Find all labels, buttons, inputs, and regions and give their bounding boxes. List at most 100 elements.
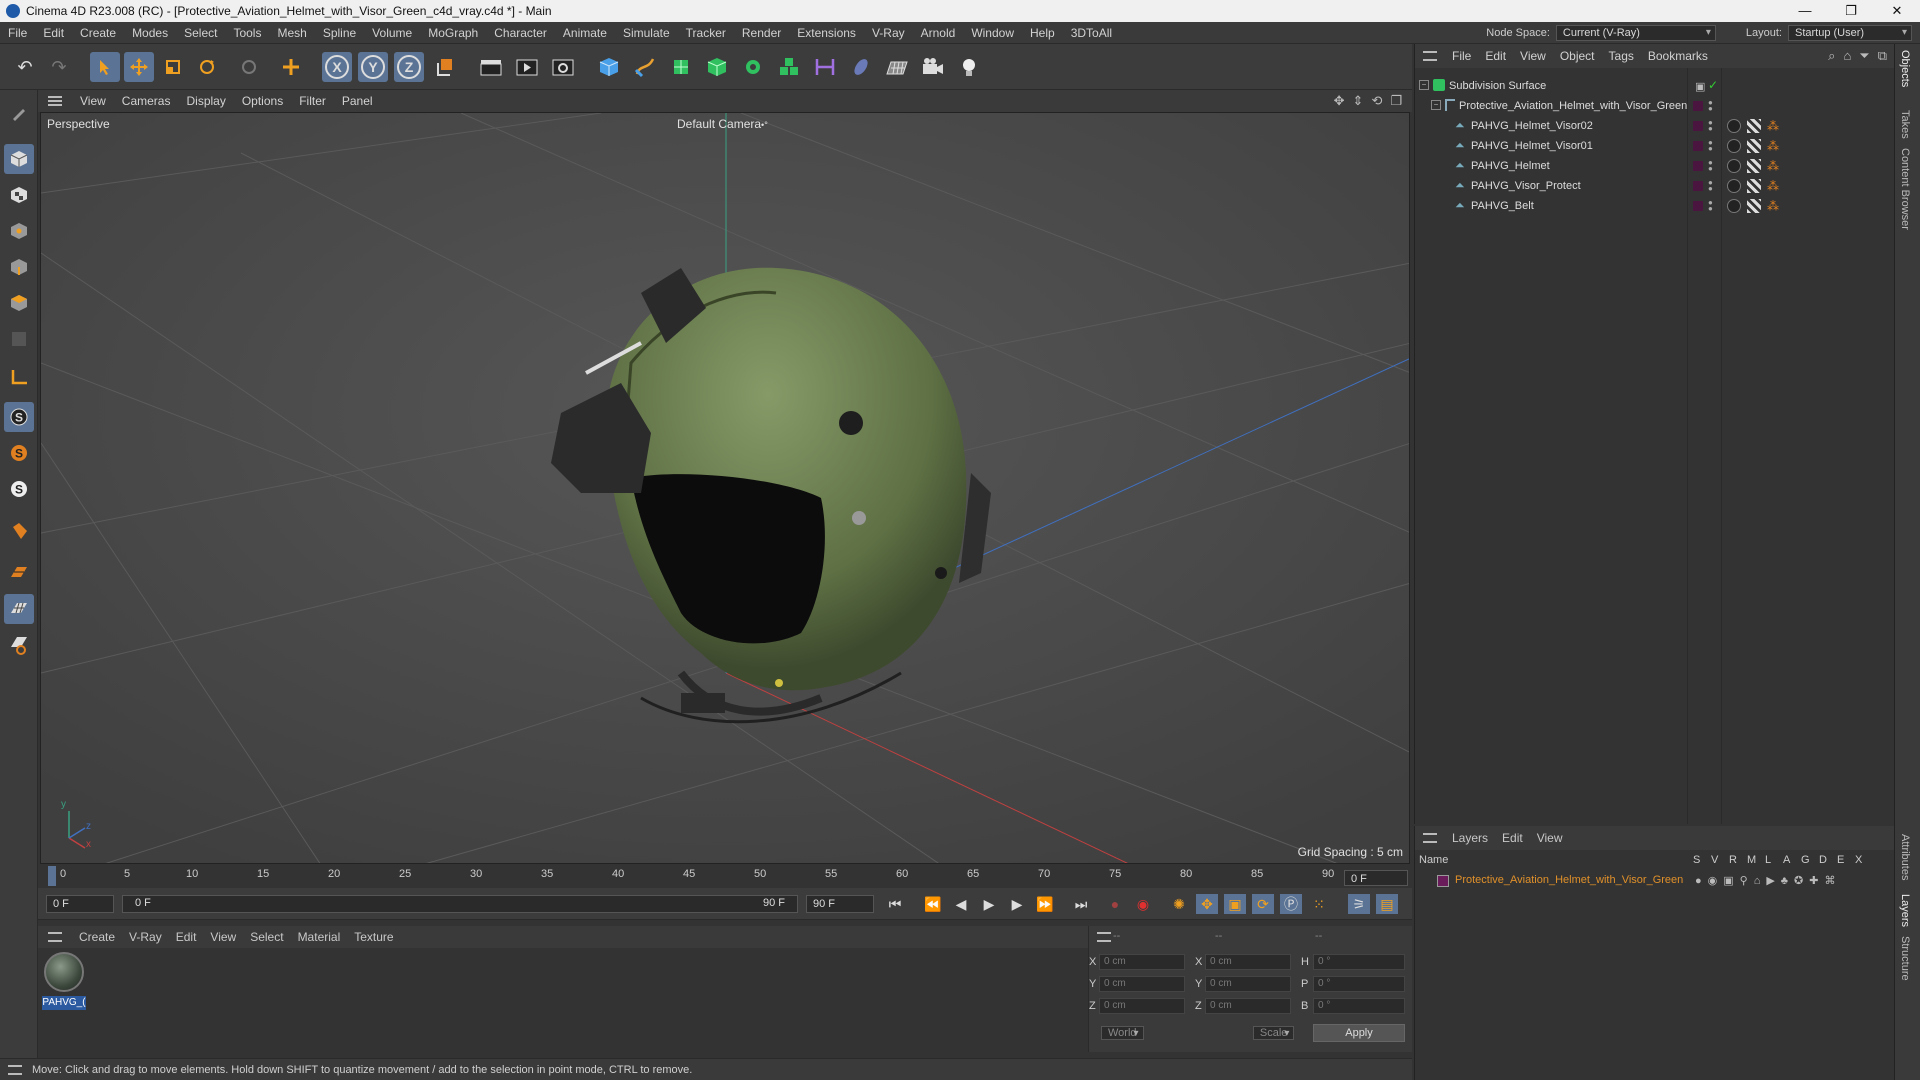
record-active-button[interactable]: ●: [1104, 894, 1126, 914]
uv-mode-button[interactable]: [4, 324, 34, 354]
play-button[interactable]: ▶: [978, 894, 1000, 914]
goto-end-button[interactable]: ⏭: [1070, 894, 1092, 914]
layers-menu-view[interactable]: View: [1530, 831, 1570, 845]
goto-start-button[interactable]: ⏮: [884, 894, 906, 914]
menu-mesh[interactable]: Mesh: [269, 26, 314, 40]
material-menu-material[interactable]: Material: [291, 930, 348, 944]
deformer-bend-button[interactable]: [810, 52, 840, 82]
material-name-label[interactable]: PAHVG_(: [42, 996, 86, 1010]
viewport-hamburger-icon[interactable]: [48, 96, 62, 106]
layout-dropdown[interactable]: Startup (User): [1788, 25, 1912, 41]
material-preview-swatch[interactable]: [44, 952, 84, 992]
points-mode-button[interactable]: [4, 216, 34, 246]
extrude-generator-button[interactable]: [702, 52, 732, 82]
layer-toggle-icons[interactable]: ●◉▣⚲⌂▶♣✪✚⌘: [1695, 874, 1841, 887]
snap-settings-button[interactable]: S: [4, 438, 34, 468]
uvw-tag-icon[interactable]: [1747, 199, 1761, 213]
rot-b-field[interactable]: 0 °: [1313, 998, 1405, 1014]
material-menu-vray[interactable]: V-Ray: [122, 930, 169, 944]
edges-mode-button[interactable]: [4, 252, 34, 282]
menu-simulate[interactable]: Simulate: [615, 26, 678, 40]
menu-volume[interactable]: Volume: [364, 26, 420, 40]
uvw-tag-icon[interactable]: [1747, 139, 1761, 153]
layer-color-swatch[interactable]: [1693, 161, 1703, 171]
light-object-button[interactable]: [954, 52, 984, 82]
visibility-dots-icon[interactable]: ● ●: [1708, 199, 1713, 213]
material-tag-icon[interactable]: [1727, 199, 1741, 213]
selection-tag-icon[interactable]: ⁂: [1767, 199, 1781, 213]
visibility-dots-icon[interactable]: ● ●: [1708, 119, 1713, 133]
pos-y-field[interactable]: 0 cm: [1099, 976, 1185, 992]
objects-menu-file[interactable]: File: [1445, 49, 1478, 63]
viewport-menu-cameras[interactable]: Cameras: [114, 94, 179, 108]
object-row-helmet-visor01[interactable]: ⏶ PAHVG_Helmet_Visor01 ● ● ⁂: [1415, 136, 1895, 156]
timeline-playhead[interactable]: [48, 866, 56, 886]
key-pla-button[interactable]: ⁙: [1308, 894, 1330, 914]
key-position-button[interactable]: ✥: [1196, 894, 1218, 914]
pos-x-field[interactable]: 0 cm: [1099, 954, 1185, 970]
selection-tag-icon[interactable]: ⁂: [1767, 119, 1781, 133]
floor-object-button[interactable]: [882, 52, 912, 82]
key-selection-button[interactable]: ✺: [1168, 894, 1190, 914]
viewport-menu-view[interactable]: View: [72, 94, 114, 108]
coordinates-hamburger-icon[interactable]: [1097, 932, 1111, 942]
object-row-subdivision-surface[interactable]: − Subdivision Surface ▣ ✓: [1415, 76, 1895, 96]
material-menu-edit[interactable]: Edit: [169, 930, 204, 944]
objects-menu-object[interactable]: Object: [1553, 49, 1602, 63]
minimize-button[interactable]: —: [1782, 0, 1828, 22]
redo-button[interactable]: ↷: [44, 52, 74, 82]
menu-window[interactable]: Window: [963, 26, 1022, 40]
coordinate-mode-dropdown[interactable]: World: [1101, 1026, 1144, 1040]
render-view-button[interactable]: [476, 52, 506, 82]
selection-tag-icon[interactable]: ⁂: [1767, 179, 1781, 193]
tweak-mode-button[interactable]: [4, 516, 34, 546]
make-editable-button[interactable]: [4, 98, 34, 128]
objects-menu-edit[interactable]: Edit: [1478, 49, 1513, 63]
tab-structure[interactable]: Structure: [1899, 936, 1911, 981]
visibility-dots-icon[interactable]: ● ●: [1708, 159, 1713, 173]
collapse-toggle-icon[interactable]: −: [1419, 80, 1429, 90]
layer-color-swatch[interactable]: [1693, 201, 1703, 211]
material-hamburger-icon[interactable]: [48, 932, 62, 942]
layer-color-swatch[interactable]: [1693, 141, 1703, 151]
menu-vray[interactable]: V-Ray: [864, 26, 913, 40]
objects-hamburger-icon[interactable]: [1423, 51, 1437, 61]
key-rotation-button[interactable]: ⟳: [1252, 894, 1274, 914]
maximize-button[interactable]: ❐: [1828, 0, 1874, 22]
menu-render[interactable]: Render: [734, 26, 789, 40]
viewport-maximize-icon[interactable]: ❐: [1390, 93, 1402, 109]
menu-3dtoall[interactable]: 3DToAll: [1063, 26, 1120, 40]
selection-tag-icon[interactable]: ⁂: [1767, 159, 1781, 173]
viewport-pan-icon[interactable]: ✥: [1334, 93, 1345, 109]
visibility-dots-icon[interactable]: ● ●: [1708, 179, 1713, 193]
live-selection-button[interactable]: [234, 52, 264, 82]
collapse-toggle-icon[interactable]: −: [1431, 100, 1441, 110]
rot-h-field[interactable]: 0 °: [1313, 954, 1405, 970]
snap-quantize-button[interactable]: S: [4, 474, 34, 504]
snap-enable-button[interactable]: S: [4, 402, 34, 432]
objects-menu-tags[interactable]: Tags: [1602, 49, 1641, 63]
tab-attributes[interactable]: Attributes: [1899, 834, 1911, 880]
material-menu-view[interactable]: View: [203, 930, 243, 944]
menu-tracker[interactable]: Tracker: [678, 26, 734, 40]
size-x-field[interactable]: 0 cm: [1205, 954, 1291, 970]
material-tag-icon[interactable]: [1727, 139, 1741, 153]
size-y-field[interactable]: 0 cm: [1205, 976, 1291, 992]
layer-row[interactable]: Protective_Aviation_Helmet_with_Visor_Gr…: [1415, 872, 1895, 890]
material-menu-select[interactable]: Select: [243, 930, 290, 944]
menu-edit[interactable]: Edit: [35, 26, 72, 40]
spline-pen-button[interactable]: [630, 52, 660, 82]
viewport-menu-filter[interactable]: Filter: [291, 94, 334, 108]
menu-animate[interactable]: Animate: [555, 26, 615, 40]
next-frame-button[interactable]: ▶: [1006, 894, 1028, 914]
frame-range-slider[interactable]: 0 F 90 F: [122, 895, 798, 913]
layers-menu-edit[interactable]: Edit: [1495, 831, 1530, 845]
uvw-tag-icon[interactable]: [1747, 119, 1761, 133]
objects-menu-bookmarks[interactable]: Bookmarks: [1641, 49, 1715, 63]
axis-x-lock-button[interactable]: X: [322, 52, 352, 82]
transform-tool-button[interactable]: [276, 52, 306, 82]
selection-tag-icon[interactable]: ⁂: [1767, 139, 1781, 153]
layer-color-swatch[interactable]: [1693, 181, 1703, 191]
start-frame-field[interactable]: 0 F: [46, 895, 114, 913]
object-row-visor-protect[interactable]: ⏶ PAHVG_Visor_Protect ● ● ⁂: [1415, 176, 1895, 196]
